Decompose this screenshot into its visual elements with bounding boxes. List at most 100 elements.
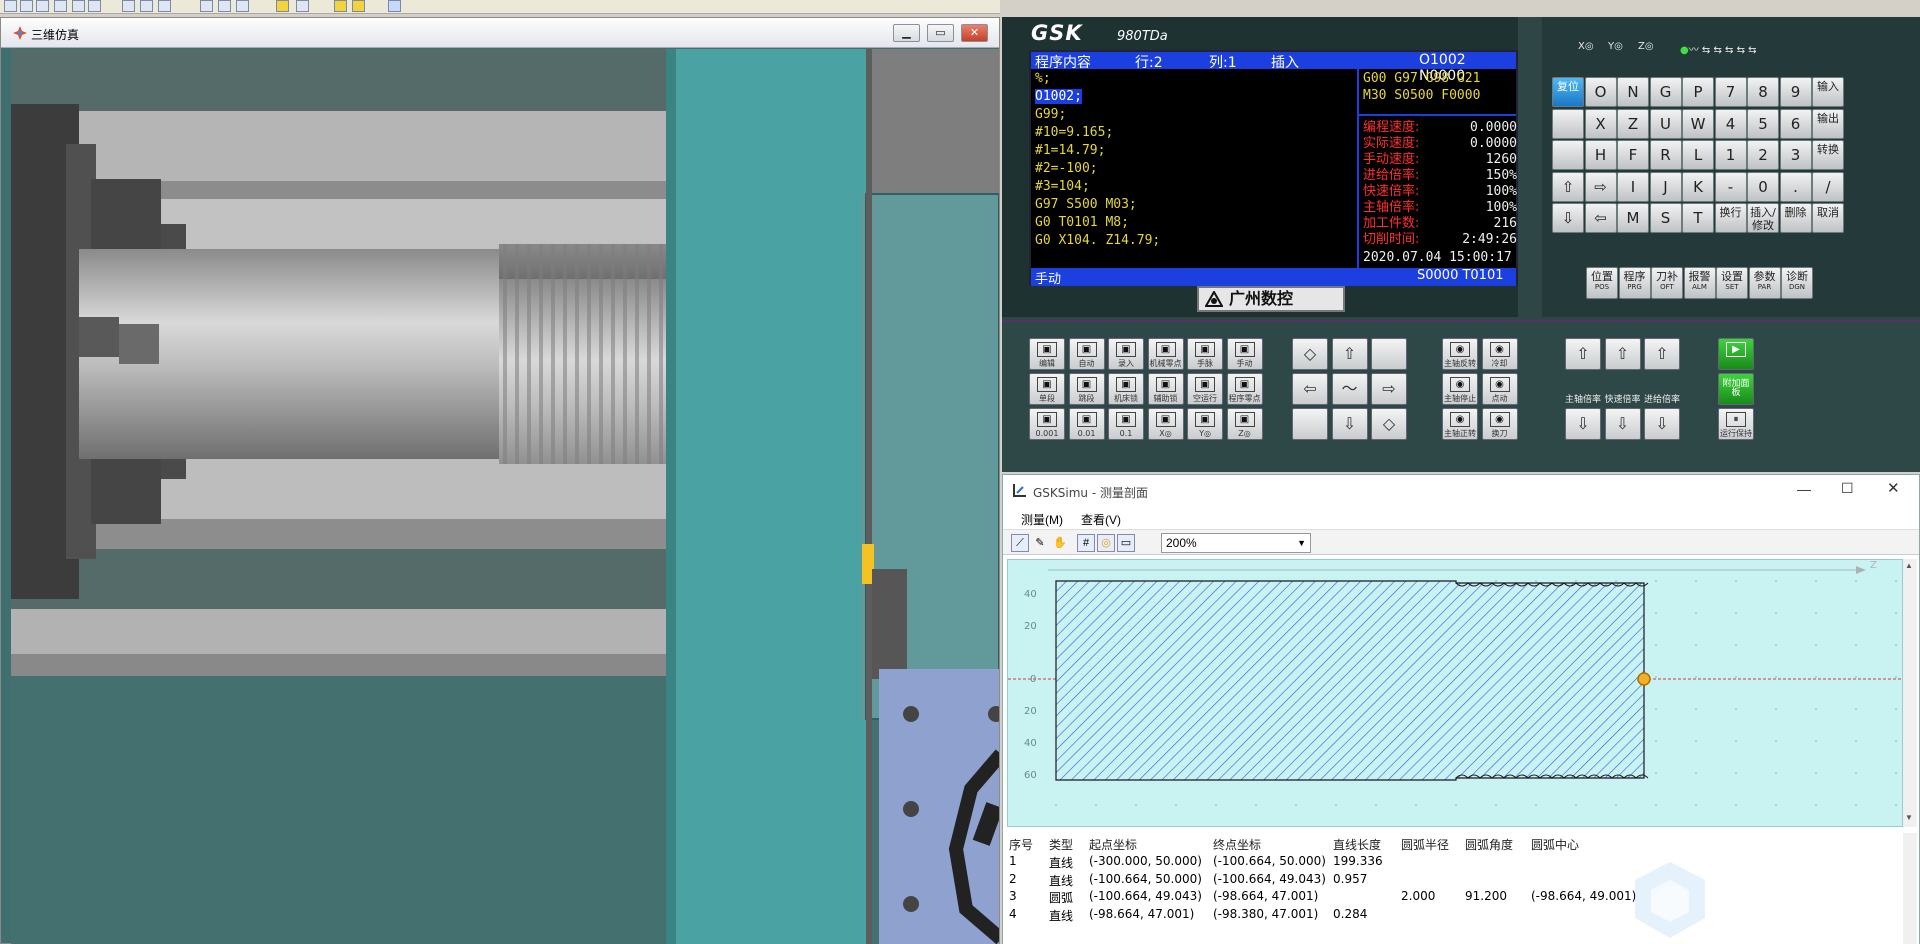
key-row3-6[interactable]: 2 (1747, 140, 1779, 170)
toolbar-button[interactable] (296, 0, 309, 12)
key-row1-0[interactable]: 复位 (1552, 77, 1584, 107)
key-row1-4[interactable]: P (1682, 77, 1714, 107)
key-row3-3[interactable]: R (1649, 140, 1682, 170)
extra-panel-button[interactable]: 附加面板 (1718, 373, 1754, 405)
key-row3-2[interactable]: F (1617, 140, 1649, 170)
key-row5-1[interactable]: ⇦ (1584, 203, 1617, 233)
mode-button[interactable]: ▣ Y◎ (1187, 408, 1223, 440)
hand-tool-icon[interactable]: ✋ (1051, 534, 1069, 552)
key-row2-7[interactable]: 6 (1779, 108, 1812, 139)
override-button[interactable]: ⇩ (1604, 408, 1641, 440)
ruler-toggle-icon[interactable]: ▭ (1117, 534, 1135, 552)
program-line[interactable]: G0 X104. Z14.79; (1035, 232, 1355, 250)
key-row1-8[interactable]: 输入 (1812, 77, 1844, 107)
jog-arrow-icon[interactable]: ⇦ (1292, 373, 1328, 405)
key-row1-5[interactable]: 7 (1714, 77, 1747, 107)
override-button[interactable]: ⇩ (1644, 408, 1680, 440)
key-row1-7[interactable]: 9 (1779, 77, 1812, 107)
key-row4-3[interactable]: J (1649, 171, 1682, 202)
toolbar-button[interactable] (140, 0, 153, 12)
mode-button[interactable]: ▣ 0.1 (1108, 408, 1144, 440)
key-row1-6[interactable]: 8 (1747, 77, 1779, 107)
jog-arrow-icon[interactable]: ◇ (1292, 338, 1328, 370)
mode-button[interactable]: ▣ X◎ (1147, 408, 1184, 440)
jog-arrow-icon[interactable]: ⇩ (1331, 408, 1368, 440)
override-button[interactable]: ⇧ (1644, 338, 1680, 370)
key-row5-7[interactable]: 删除 (1779, 203, 1812, 233)
toolbar-button[interactable] (4, 0, 17, 12)
key-row2-5[interactable]: 4 (1714, 108, 1747, 139)
vertical-scrollbar[interactable]: ▲ ▼ (1903, 559, 1917, 827)
key-row3-5[interactable]: 1 (1714, 140, 1747, 170)
key-row2-6[interactable]: 5 (1747, 108, 1779, 139)
zoom-select[interactable]: 200% ▼ (1161, 533, 1311, 553)
key-row5-8[interactable]: 取消 (1812, 203, 1844, 233)
key-row5-3[interactable]: S (1649, 203, 1682, 233)
toolbar-button[interactable] (36, 0, 49, 12)
grid-toggle-icon[interactable]: # (1077, 534, 1095, 552)
feed-hold-button[interactable]: ⏸ 运行保持 (1718, 408, 1754, 440)
close-button[interactable]: ✕ (1887, 479, 1900, 497)
key-row4-4[interactable]: K (1682, 171, 1714, 202)
program-line[interactable]: #10=9.165; (1035, 124, 1355, 142)
toolbar-button[interactable] (218, 0, 231, 12)
jog-arrow-icon[interactable]: ⇨ (1371, 373, 1407, 405)
mode-button[interactable]: ▣ 单段 (1029, 373, 1065, 405)
key-row2-2[interactable]: Z (1617, 108, 1649, 139)
mode-button[interactable]: ▣ 跳段 (1068, 373, 1105, 405)
override-button[interactable]: ⇧ (1565, 338, 1601, 370)
mode-button[interactable]: ▣ 0.001 (1029, 408, 1065, 440)
program-line[interactable]: G99; (1035, 106, 1355, 124)
mode-button[interactable]: ▣ 手脉 (1187, 338, 1223, 370)
mode-button[interactable]: ▣ 程序零点 (1226, 373, 1263, 405)
scroll-down-icon[interactable]: ▼ (1905, 813, 1913, 822)
override-button[interactable]: ⇧ (1604, 338, 1641, 370)
key-row3-8[interactable]: 转换 (1812, 140, 1844, 170)
jog-arrow-icon[interactable]: ◇ (1371, 408, 1407, 440)
maximize-button[interactable]: ▭ (927, 24, 954, 42)
spindle-button[interactable]: ◉ 点动 (1481, 373, 1518, 405)
key-row2-0[interactable] (1552, 108, 1584, 139)
profile-canvas[interactable]: Z 40 20 0 20 40 60 (1007, 559, 1904, 827)
maximize-button[interactable]: ☐ (1841, 480, 1854, 497)
mode-button[interactable]: ▣ 手动 (1226, 338, 1263, 370)
jog-arrow-icon[interactable]: 〜 (1331, 373, 1368, 405)
program-line[interactable]: #1=14.79; (1035, 142, 1355, 160)
3d-scene-viewport[interactable] (11, 49, 999, 944)
function-key[interactable]: 报警 ALM (1683, 267, 1716, 299)
toolbar-button[interactable] (158, 0, 171, 12)
key-row4-0[interactable]: ⇧ (1552, 171, 1584, 202)
pen-tool-icon[interactable]: ✎ (1031, 534, 1049, 552)
mode-button[interactable]: ▣ 录入 (1108, 338, 1144, 370)
menu-measure[interactable]: 测量(M) (1021, 511, 1063, 528)
toolbar-button[interactable] (388, 0, 401, 12)
key-row2-3[interactable]: U (1649, 108, 1682, 139)
function-key[interactable]: 程序 PRG (1618, 267, 1651, 299)
menu-view[interactable]: 查看(V) (1081, 511, 1121, 528)
key-row3-1[interactable]: H (1584, 140, 1617, 170)
key-row2-4[interactable]: W (1682, 108, 1714, 139)
function-key[interactable]: 设置 SET (1716, 267, 1748, 299)
key-row4-5[interactable]: - (1714, 171, 1747, 202)
mode-button[interactable]: ▣ 空运行 (1187, 373, 1223, 405)
key-row2-8[interactable]: 输出 (1812, 108, 1844, 139)
key-row3-0[interactable] (1552, 140, 1584, 170)
key-row5-6[interactable]: 插入/修改 (1747, 203, 1779, 233)
mode-button[interactable]: ▣ 编辑 (1029, 338, 1065, 370)
toolbar-button[interactable] (88, 0, 101, 12)
function-key[interactable]: 诊断 DGN (1781, 267, 1813, 299)
key-row3-7[interactable]: 3 (1779, 140, 1812, 170)
key-row1-3[interactable]: G (1649, 77, 1682, 107)
program-listing[interactable]: %; O1002; G99; #10=9.165; #1=14.79; #2=-100; #… (1035, 70, 1355, 250)
toolbar-button[interactable] (72, 0, 85, 12)
key-row1-2[interactable]: N (1617, 77, 1649, 107)
key-row4-8[interactable]: / (1812, 171, 1844, 202)
mode-button[interactable]: ▣ 0.01 (1068, 408, 1105, 440)
table-scrollbar[interactable] (1903, 833, 1917, 944)
key-row1-1[interactable]: O (1584, 77, 1617, 107)
spindle-button[interactable]: ◉ 冷却 (1481, 338, 1518, 370)
function-key[interactable]: 刀补 OFT (1651, 267, 1683, 299)
close-button[interactable]: ✕ (961, 24, 988, 42)
key-row5-2[interactable]: M (1617, 203, 1649, 233)
program-line[interactable]: #3=104; (1035, 178, 1355, 196)
